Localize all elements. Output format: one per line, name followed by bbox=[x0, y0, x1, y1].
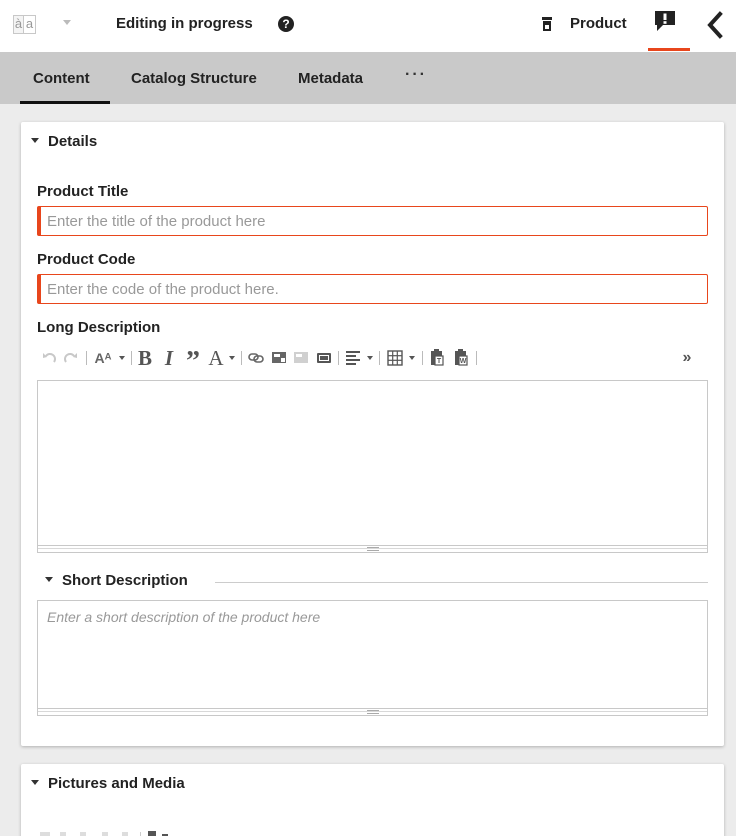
font-size-chevron-down-icon[interactable] bbox=[119, 356, 125, 360]
font-color-icon[interactable]: A bbox=[208, 345, 224, 371]
short-description-title: Short Description bbox=[62, 572, 188, 589]
details-section-title: Details bbox=[48, 133, 98, 150]
toolbar-separator bbox=[131, 351, 132, 365]
paste-word-icon[interactable]: W bbox=[452, 345, 470, 371]
rich-text-toolbar: Aᴬ B I ” A T W » bbox=[40, 345, 710, 377]
remove-image-icon[interactable] bbox=[292, 345, 310, 371]
tab-more-menu[interactable]: ··· bbox=[405, 66, 427, 84]
pictures-toolbar-partial bbox=[40, 831, 168, 836]
product-title-label: Product Title bbox=[37, 183, 129, 200]
editing-status-text: Editing in progress bbox=[116, 15, 253, 32]
toolbar-separator bbox=[476, 351, 477, 365]
svg-text:W: W bbox=[460, 358, 467, 365]
collapse-chevron-left-icon[interactable] bbox=[705, 11, 725, 39]
italic-icon[interactable]: I bbox=[162, 345, 176, 371]
collapse-triangle-icon bbox=[31, 779, 39, 785]
product-code-label: Product Code bbox=[37, 251, 136, 268]
editor-resize-handle[interactable] bbox=[38, 708, 707, 715]
toolbar-separator bbox=[422, 351, 423, 365]
blockquote-icon[interactable]: ” bbox=[184, 345, 202, 377]
tab-metadata[interactable]: Metadata bbox=[298, 70, 363, 87]
long-description-editor[interactable] bbox=[37, 380, 708, 553]
editor-resize-handle[interactable] bbox=[38, 545, 707, 552]
tab-catalog-structure[interactable]: Catalog Structure bbox=[131, 70, 257, 87]
insert-media-icon[interactable] bbox=[315, 345, 333, 371]
short-description-header[interactable]: Short Description bbox=[45, 572, 188, 589]
language-icon-left: à bbox=[13, 15, 24, 34]
toolbar-separator bbox=[379, 351, 380, 365]
product-type-label: Product bbox=[570, 15, 627, 32]
insert-table-icon[interactable] bbox=[386, 345, 404, 371]
long-description-label: Long Description bbox=[37, 319, 161, 336]
pictures-section-header[interactable]: Pictures and Media bbox=[31, 775, 185, 792]
issues-active-indicator bbox=[648, 48, 690, 51]
paste-text-icon[interactable]: T bbox=[428, 345, 446, 371]
short-description-placeholder: Enter a short description of the product… bbox=[47, 609, 321, 625]
table-chevron-down-icon[interactable] bbox=[409, 356, 415, 360]
more-tools-icon[interactable]: » bbox=[680, 345, 694, 371]
language-dropdown-chevron-down-icon[interactable] bbox=[63, 20, 71, 25]
toolbar-separator bbox=[86, 351, 87, 365]
collapse-triangle-icon bbox=[45, 576, 53, 582]
top-header: à a Editing in progress ? Product bbox=[0, 0, 736, 52]
insert-link-icon[interactable] bbox=[247, 345, 265, 371]
toolbar-separator bbox=[338, 351, 339, 365]
bold-icon[interactable]: B bbox=[136, 345, 154, 371]
short-description-editor[interactable]: Enter a short description of the product… bbox=[37, 600, 708, 716]
font-color-chevron-down-icon[interactable] bbox=[229, 356, 235, 360]
font-size-icon[interactable]: Aᴬ bbox=[92, 345, 114, 371]
tab-bar: Content Catalog Structure Metadata ··· bbox=[0, 52, 736, 104]
collapse-triangle-icon bbox=[31, 137, 39, 143]
active-tab-indicator bbox=[20, 101, 110, 104]
redo-icon[interactable] bbox=[62, 345, 80, 371]
pictures-section-title: Pictures and Media bbox=[48, 775, 185, 792]
issues-icon[interactable] bbox=[653, 9, 677, 33]
toolbar-separator bbox=[241, 351, 242, 365]
undo-icon[interactable] bbox=[40, 345, 58, 371]
details-section-header[interactable]: Details bbox=[31, 133, 97, 150]
tab-content[interactable]: Content bbox=[33, 70, 90, 87]
short-description-divider bbox=[215, 582, 708, 583]
language-icon[interactable]: à a bbox=[13, 13, 39, 39]
align-chevron-down-icon[interactable] bbox=[367, 356, 373, 360]
product-title-input[interactable] bbox=[37, 206, 708, 236]
product-type-icon bbox=[542, 17, 552, 31]
svg-text:T: T bbox=[437, 358, 442, 365]
language-icon-right: a bbox=[24, 15, 36, 34]
product-code-input[interactable] bbox=[37, 274, 708, 304]
help-icon[interactable]: ? bbox=[278, 16, 294, 32]
insert-image-icon[interactable] bbox=[270, 345, 288, 371]
align-icon[interactable] bbox=[345, 345, 361, 371]
